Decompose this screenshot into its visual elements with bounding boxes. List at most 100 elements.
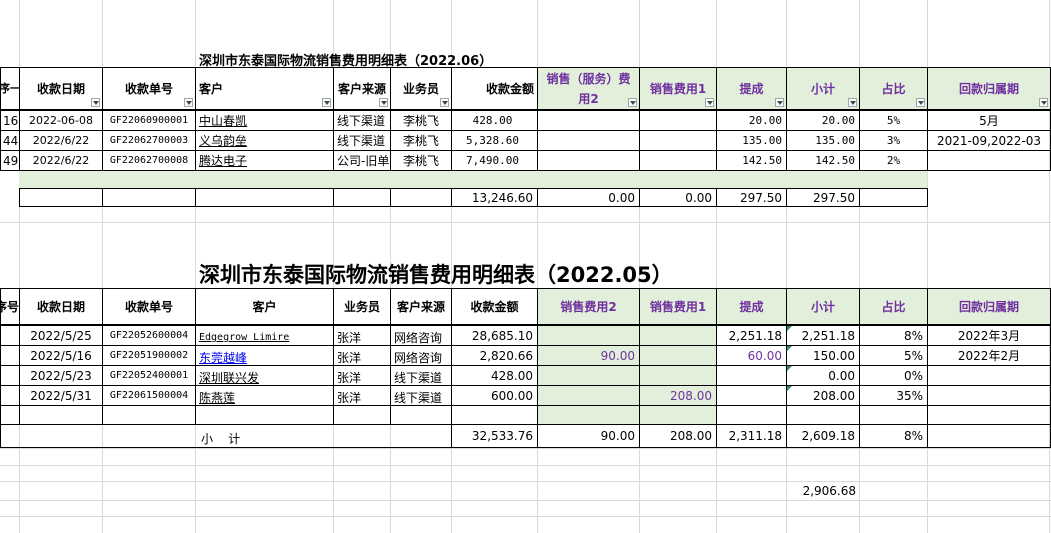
total-empty-cell[interactable] bbox=[390, 188, 452, 207]
cell-customer[interactable]: 中山春凯 bbox=[195, 110, 334, 131]
total-empty-cell[interactable] bbox=[19, 188, 103, 207]
empty-cell[interactable] bbox=[333, 405, 391, 425]
cell-fee1[interactable] bbox=[639, 110, 717, 131]
cell-amount[interactable]: 428.00 bbox=[451, 110, 538, 131]
cell-period[interactable]: 5月 bbox=[927, 110, 1051, 131]
cell-source[interactable]: 线下渠道 bbox=[390, 365, 452, 386]
cell-customer[interactable]: 东莞越峰 bbox=[195, 345, 334, 366]
cell-subtotal[interactable]: 142.50 bbox=[786, 150, 860, 171]
filter-dropdown-icon[interactable] bbox=[916, 98, 925, 107]
cell-fee2[interactable] bbox=[537, 130, 640, 151]
cell-salesman[interactable]: 张洋 bbox=[333, 365, 391, 386]
cell-fee1[interactable] bbox=[639, 345, 717, 366]
cell-date[interactable]: 2022/6/22 bbox=[19, 150, 103, 171]
header-period[interactable]: 回款归属期 bbox=[927, 67, 1051, 110]
header-salesman[interactable]: 业务员 bbox=[333, 288, 391, 325]
cell-salesman[interactable]: 李桃飞 bbox=[390, 150, 452, 171]
cell-fee1[interactable] bbox=[639, 130, 717, 151]
total-empty-cell[interactable] bbox=[333, 188, 391, 207]
filter-dropdown-icon[interactable] bbox=[440, 98, 449, 107]
empty-cell[interactable] bbox=[786, 405, 860, 425]
cell-commission[interactable]: 20.00 bbox=[716, 110, 787, 131]
header-fee2[interactable]: 销售费用2 bbox=[537, 288, 640, 325]
empty-cell[interactable] bbox=[859, 405, 928, 425]
cell-period[interactable]: 2021-09,2022-03 bbox=[927, 130, 1051, 151]
cell-receipt-no[interactable]: GF22061500004 bbox=[102, 385, 196, 406]
cell-date[interactable]: 2022-06-08 bbox=[19, 110, 103, 131]
cell-ratio[interactable]: 0% bbox=[859, 365, 928, 386]
header-amount[interactable]: 收款金额 bbox=[451, 288, 538, 325]
cell-ratio[interactable]: 35% bbox=[859, 385, 928, 406]
filter-dropdown-icon[interactable] bbox=[1039, 98, 1048, 107]
grand-total[interactable]: 2,906.68 bbox=[786, 482, 860, 500]
formula-warning-icon[interactable] bbox=[787, 346, 792, 351]
total-amount[interactable]: 32,533.76 bbox=[451, 424, 538, 448]
cell-amount[interactable]: 428.00 bbox=[451, 365, 538, 386]
cell-source[interactable]: 网络咨询 bbox=[390, 345, 452, 366]
cell-subtotal[interactable]: 135.00 bbox=[786, 130, 860, 151]
cell-seq[interactable]: 44 bbox=[0, 130, 20, 151]
header-seq[interactable]: 序一 bbox=[0, 67, 20, 110]
cell-date[interactable]: 2022/5/25 bbox=[19, 325, 103, 346]
total-amount[interactable]: 13,246.60 bbox=[451, 188, 538, 207]
filter-dropdown-icon[interactable] bbox=[184, 98, 193, 107]
cell-date[interactable]: 2022/5/16 bbox=[19, 345, 103, 366]
total-fee1[interactable]: 0.00 bbox=[639, 188, 717, 207]
cell-subtotal[interactable]: 208.00 bbox=[786, 385, 860, 406]
cell-ratio[interactable]: 5% bbox=[859, 345, 928, 366]
total-subtotal[interactable]: 2,609.18 bbox=[786, 424, 860, 448]
header-fee1[interactable]: 销售费用1 bbox=[639, 67, 717, 110]
cell-subtotal[interactable]: 20.00 bbox=[786, 110, 860, 131]
total-fee2[interactable]: 0.00 bbox=[537, 188, 640, 207]
header-receipt-no[interactable]: 收款单号 bbox=[102, 67, 196, 110]
header-fee1[interactable]: 销售费用1 bbox=[639, 288, 717, 325]
cell-amount[interactable]: 600.00 bbox=[451, 385, 538, 406]
header-subtotal[interactable]: 小计 bbox=[786, 67, 860, 110]
formula-warning-icon[interactable] bbox=[787, 386, 792, 391]
header-ratio[interactable]: 占比 bbox=[859, 67, 928, 110]
cell-ratio[interactable]: 8% bbox=[859, 325, 928, 346]
total-empty-cell[interactable] bbox=[102, 188, 196, 207]
header-subtotal[interactable]: 小计 bbox=[786, 288, 860, 325]
total-fee1[interactable]: 208.00 bbox=[639, 424, 717, 448]
cell-seq[interactable]: 49 bbox=[0, 150, 20, 171]
total-commission[interactable]: 2,311.18 bbox=[716, 424, 787, 448]
header-fee2[interactable]: 销售（服务）费 用2 bbox=[537, 67, 640, 110]
cell-amount[interactable]: 2,820.66 bbox=[451, 345, 538, 366]
header-period[interactable]: 回款归属期 bbox=[927, 288, 1051, 325]
cell-fee2[interactable] bbox=[537, 110, 640, 131]
cell-ratio[interactable]: 2% bbox=[859, 150, 928, 171]
subtotal-label[interactable]: 小 计 bbox=[0, 424, 452, 448]
cell-salesman[interactable]: 李桃飞 bbox=[390, 130, 452, 151]
cell-commission[interactable] bbox=[716, 365, 787, 386]
cell-fee2[interactable] bbox=[537, 150, 640, 171]
header-commission[interactable]: 提成 bbox=[716, 288, 787, 325]
cell-fee1[interactable] bbox=[639, 150, 717, 171]
cell-salesman[interactable]: 张洋 bbox=[333, 385, 391, 406]
header-date[interactable]: 收款日期 bbox=[19, 288, 103, 325]
cell-seq[interactable] bbox=[0, 365, 20, 386]
total-ratio[interactable]: 8% bbox=[859, 424, 928, 448]
cell-commission[interactable] bbox=[716, 385, 787, 406]
empty-cell[interactable] bbox=[195, 405, 334, 425]
cell-salesman[interactable]: 张洋 bbox=[333, 325, 391, 346]
cell-seq[interactable]: 16 bbox=[0, 110, 20, 131]
header-receipt-no[interactable]: 收款单号 bbox=[102, 288, 196, 325]
cell-subtotal[interactable]: 0.00 bbox=[786, 365, 860, 386]
cell-receipt-no[interactable]: GF22052600004 bbox=[102, 325, 196, 346]
cell-commission[interactable]: 135.00 bbox=[716, 130, 787, 151]
header-commission[interactable]: 提成 bbox=[716, 67, 787, 110]
total-subtotal[interactable]: 297.50 bbox=[786, 188, 860, 207]
cell-amount[interactable]: 28,685.10 bbox=[451, 325, 538, 346]
header-date[interactable]: 收款日期 bbox=[19, 67, 103, 110]
cell-customer[interactable]: 腾达电子 bbox=[195, 150, 334, 171]
cell-receipt-no[interactable]: GF22062700008 bbox=[102, 150, 196, 171]
cell-commission[interactable]: 2,251.18 bbox=[716, 325, 787, 346]
empty-cell[interactable] bbox=[390, 405, 452, 425]
cell-fee2[interactable] bbox=[537, 365, 640, 386]
cell-amount[interactable]: 7,490.00 bbox=[451, 150, 538, 171]
cell-period[interactable] bbox=[927, 365, 1051, 386]
cell-receipt-no[interactable]: GF22052400001 bbox=[102, 365, 196, 386]
cell-seq[interactable] bbox=[0, 325, 20, 346]
cell-source[interactable]: 线下渠道 bbox=[333, 110, 391, 131]
